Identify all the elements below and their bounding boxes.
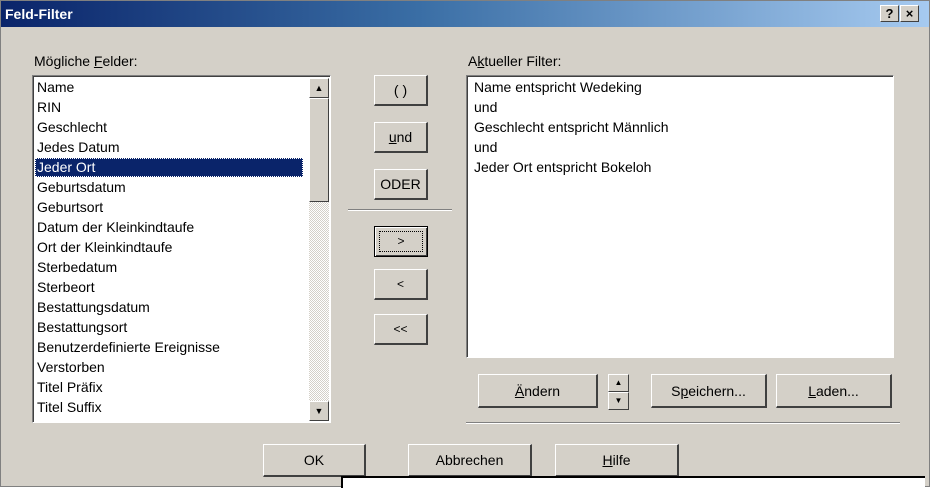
help-button[interactable]: Hilfe (555, 444, 679, 477)
list-item[interactable]: Jedes Datum (35, 138, 303, 157)
move-down-icon[interactable]: ▼ (608, 392, 629, 410)
list-item[interactable]: Sterbeort (35, 278, 303, 297)
filter-line[interactable]: Name entspricht Wedeking (474, 78, 642, 97)
list-item[interactable]: Bestattungsort (35, 318, 303, 337)
list-item[interactable]: Datum der Kleinkindtaufe (35, 218, 303, 237)
parentheses-button[interactable]: ( ) (374, 75, 428, 106)
load-button[interactable]: Laden... (776, 374, 892, 408)
filter-line[interactable]: und (474, 98, 497, 117)
current-filter-box[interactable]: Name entspricht Wedeking und Geschlecht en… (466, 75, 894, 358)
change-button[interactable]: Ändern (478, 374, 598, 408)
list-item[interactable]: Jeder Ort (35, 158, 303, 177)
filter-buttons-divider (466, 422, 900, 424)
scroll-up-icon[interactable]: ▲ (309, 78, 329, 98)
and-button[interactable]: und (374, 122, 428, 153)
list-item[interactable]: Titel Präfix (35, 378, 303, 397)
list-item[interactable]: Geburtsort (35, 198, 303, 217)
list-item[interactable]: Geschlecht (35, 118, 303, 137)
list-item[interactable]: Benutzerdefinierte Ereignisse (35, 338, 303, 357)
help-title-button[interactable]: ? (880, 5, 899, 22)
possible-fields-list[interactable]: Name RIN Geschlecht Jedes Datum Jeder Ort Geb… (32, 75, 331, 423)
remove-all-button[interactable]: << (374, 314, 428, 345)
list-item[interactable]: Geburtsdatum (35, 178, 303, 197)
list-item[interactable]: Name (35, 78, 303, 97)
filter-line[interactable]: Jeder Ort entspricht Bokeloh (474, 158, 651, 177)
focus-rect (379, 231, 423, 252)
current-filter-label: Aktueller Filter: (468, 53, 562, 69)
list-item[interactable]: Sterbedatum (35, 258, 303, 277)
list-item[interactable]: Bestattungsdatum (35, 298, 303, 317)
list-item[interactable]: Verstorben (35, 358, 303, 377)
or-button[interactable]: ODER (374, 169, 428, 200)
possible-fields-label: Mögliche Felder: (34, 53, 138, 69)
save-button[interactable]: Speichern... (651, 374, 767, 408)
scroll-down-icon[interactable]: ▼ (309, 401, 329, 421)
remove-from-filter-button[interactable]: < (374, 269, 428, 300)
move-up-icon[interactable]: ▲ (608, 374, 629, 392)
title-bar[interactable]: Feld-Filter ? × (1, 1, 929, 27)
overlapping-window-edge (341, 476, 925, 488)
list-item[interactable]: Ort der Kleinkindtaufe (35, 238, 303, 257)
fields-scrollbar[interactable]: ▲ ▼ (309, 78, 329, 421)
reorder-spinner[interactable]: ▲ ▼ (608, 374, 629, 410)
filter-line[interactable]: und (474, 138, 497, 157)
add-to-filter-button[interactable]: > (374, 226, 428, 257)
operator-divider (348, 209, 452, 211)
close-button[interactable]: × (900, 5, 919, 22)
list-item[interactable]: RIN (35, 98, 303, 117)
feld-filter-dialog: Feld-Filter ? × Mögliche Felder: Name RIN… (0, 0, 930, 487)
cancel-button[interactable]: Abbrechen (408, 444, 532, 477)
window-title: Feld-Filter (5, 6, 73, 22)
filter-line[interactable]: Geschlecht entspricht Männlich (474, 118, 669, 137)
ok-button[interactable]: OK (263, 444, 366, 477)
list-item[interactable]: Titel Suffix (35, 398, 303, 417)
scroll-thumb[interactable] (309, 98, 329, 202)
